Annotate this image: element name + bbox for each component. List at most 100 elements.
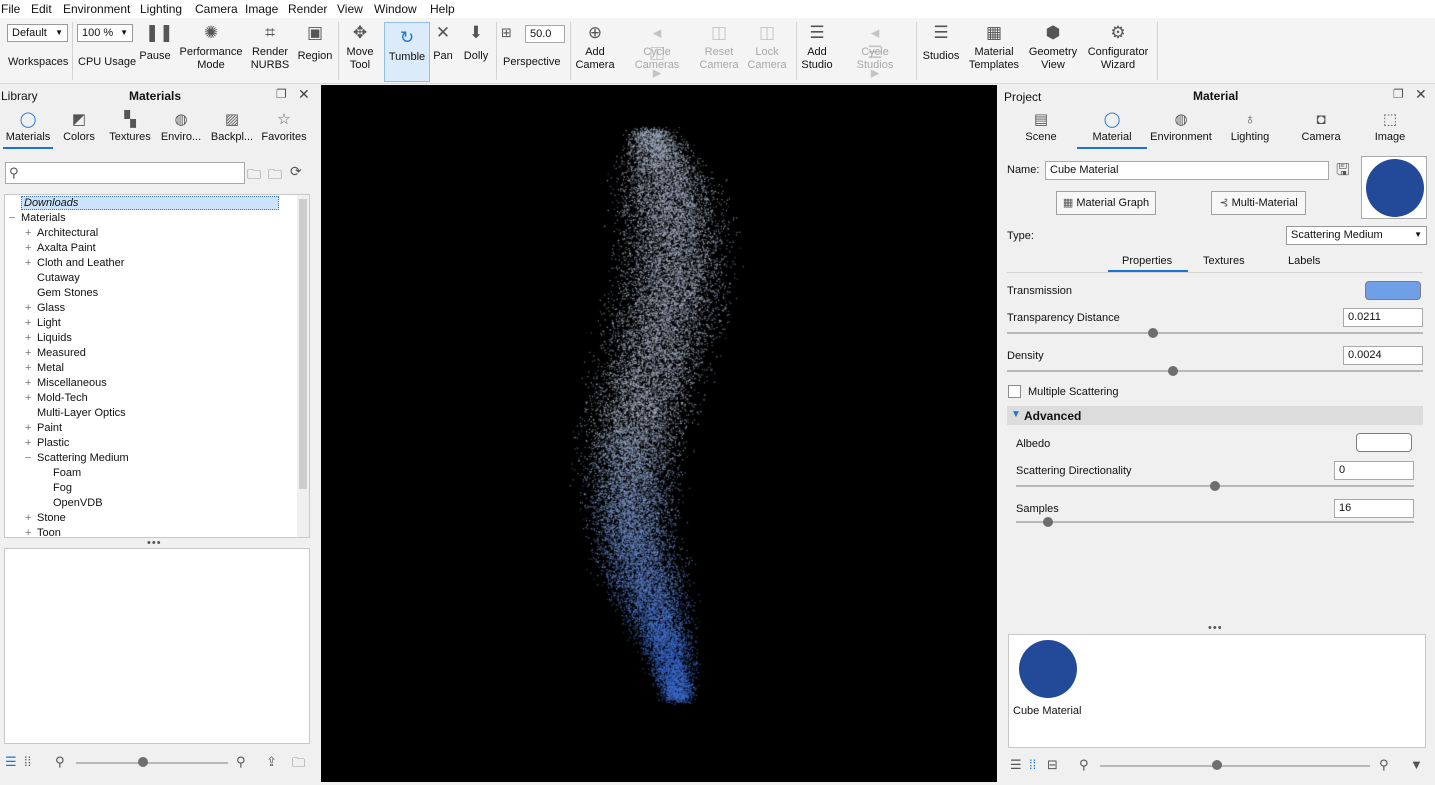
tree-item[interactable]: + Paint xyxy=(25,421,62,436)
menu-environment[interactable]: Environment xyxy=(63,2,130,16)
density-slider[interactable] xyxy=(1007,370,1423,372)
reset-camera-button[interactable]: ◫ Reset Camera xyxy=(697,18,741,84)
density-input[interactable]: 0.0024 xyxy=(1343,346,1423,365)
zoom-out-icon[interactable]: ⚲ xyxy=(1079,757,1089,773)
grid-view-icon[interactable]: ⁞⁞ xyxy=(24,754,31,769)
tree-item[interactable]: + Architectural xyxy=(25,226,98,241)
menu-render[interactable]: Render xyxy=(288,2,327,16)
list-view-icon[interactable]: ☰ xyxy=(1010,757,1022,773)
performance-mode-button[interactable]: ✺ Performance Mode xyxy=(177,18,245,84)
menu-lighting[interactable]: Lighting xyxy=(140,2,182,16)
tree-item[interactable]: + Mold-Tech xyxy=(25,391,88,406)
albedo-color-swatch[interactable] xyxy=(1356,433,1412,452)
undock-icon[interactable]: ❐ xyxy=(1393,87,1404,101)
fov-input[interactable]: 50.0 xyxy=(525,25,565,43)
menu-camera[interactable]: Camera xyxy=(195,2,238,16)
tree-item[interactable]: + Stone xyxy=(25,511,66,526)
tree-item[interactable]: OpenVDB xyxy=(41,496,103,511)
scattering-directionality-knob[interactable] xyxy=(1210,481,1220,491)
tree-item[interactable]: + Light xyxy=(25,316,61,331)
multiple-scattering-checkbox[interactable] xyxy=(1008,385,1021,398)
cycle-cameras-button[interactable]: ◂ ◫ ▸ Cycle Cameras xyxy=(626,18,688,84)
tab-backplates[interactable]: ▨ Backpl... xyxy=(208,111,256,149)
move-tool-button[interactable]: ✥ Move Tool xyxy=(341,18,379,84)
tab-material[interactable]: ◯ Material xyxy=(1077,111,1147,149)
tab-lighting[interactable]: ♁ Lighting xyxy=(1222,111,1278,149)
transparency-distance-input[interactable]: 0.0211 xyxy=(1343,308,1423,327)
tab-materials[interactable]: ◯ Materials xyxy=(3,111,53,149)
zoom-in-icon[interactable]: ⚲ xyxy=(236,754,246,770)
library-thumb-slider[interactable] xyxy=(76,762,228,764)
transmission-color-swatch[interactable] xyxy=(1365,281,1421,300)
pan-button[interactable]: ✕ Pan xyxy=(431,18,455,84)
workspace-select[interactable]: Default ▼ xyxy=(7,24,68,42)
filter-icon[interactable]: ▼ xyxy=(1410,757,1423,772)
menu-help[interactable]: Help xyxy=(430,2,455,16)
tree-item[interactable]: + Plastic xyxy=(25,436,69,451)
expand-icon[interactable]: + xyxy=(25,436,37,451)
tree-item[interactable]: Gem Stones xyxy=(25,286,98,301)
menu-edit[interactable]: Edit xyxy=(31,2,52,16)
transparency-distance-slider[interactable] xyxy=(1007,332,1423,334)
multi-material-button[interactable]: ⊰ Multi-Material xyxy=(1211,191,1306,215)
studios-button[interactable]: ☰ Studios xyxy=(920,18,962,84)
expand-icon[interactable]: + xyxy=(25,241,37,256)
samples-knob[interactable] xyxy=(1042,517,1053,527)
splitter-handle[interactable]: ••• xyxy=(1208,622,1223,634)
project-thumb-slider-knob[interactable] xyxy=(1212,760,1222,770)
project-thumb-slider[interactable] xyxy=(1100,765,1370,767)
zoom-in-icon[interactable]: ⚲ xyxy=(1379,757,1389,773)
expand-icon[interactable]: + xyxy=(25,391,37,406)
expand-icon[interactable]: + xyxy=(25,376,37,391)
tree-item[interactable]: + Toon xyxy=(25,526,61,537)
menu-view[interactable]: View xyxy=(337,2,363,16)
region-button[interactable]: ▣ Region xyxy=(294,18,336,84)
library-search-input[interactable]: ⚲ xyxy=(5,162,245,184)
expand-icon[interactable]: + xyxy=(25,301,37,316)
dolly-button[interactable]: ⬇ Dolly xyxy=(459,18,493,84)
material-name-input[interactable]: Cube Material xyxy=(1045,161,1329,180)
transparency-distance-knob[interactable] xyxy=(1147,328,1158,338)
collapse-icon[interactable]: − xyxy=(25,451,37,466)
tree-item[interactable]: + Glass xyxy=(25,301,65,316)
tab-favorites[interactable]: ☆ Favorites xyxy=(258,111,310,149)
collapse-icon[interactable]: − xyxy=(9,211,21,226)
cycle-studios-button[interactable]: ◂ ☰ ▸ Cycle Studios xyxy=(846,18,904,84)
save-icon[interactable]: 🖫 xyxy=(1336,159,1350,186)
density-knob[interactable] xyxy=(1168,366,1179,376)
zoom-select[interactable]: 100 % ▼ xyxy=(77,24,133,42)
tree-item[interactable]: + Miscellaneous xyxy=(25,376,107,391)
menu-image[interactable]: Image xyxy=(245,2,278,16)
subtab-labels[interactable]: Labels xyxy=(1288,255,1320,267)
subtab-textures[interactable]: Textures xyxy=(1203,255,1245,267)
expand-icon[interactable]: + xyxy=(25,511,37,526)
expand-icon[interactable]: + xyxy=(25,316,37,331)
material-templates-button[interactable]: ▦ Material Templates xyxy=(967,18,1021,84)
expand-icon[interactable]: + xyxy=(25,526,37,537)
material-preview-swatch[interactable] xyxy=(1361,156,1427,219)
tree-item[interactable]: + Measured xyxy=(25,346,86,361)
upload-icon[interactable]: ⇪ xyxy=(266,754,277,770)
expand-icon[interactable]: + xyxy=(25,331,37,346)
add-camera-button[interactable]: ⊕ Add Camera xyxy=(574,18,616,84)
samples-slider[interactable] xyxy=(1016,521,1414,523)
tab-camera[interactable]: ◘ Camera xyxy=(1293,111,1349,149)
close-icon[interactable]: ✕ xyxy=(1415,86,1427,103)
tumble-button[interactable]: ↻ Tumble xyxy=(384,22,430,82)
lock-camera-button[interactable]: ◫ Lock Camera xyxy=(745,18,789,84)
tree-item[interactable]: Fog xyxy=(41,481,72,496)
tree-item[interactable]: + Metal xyxy=(25,361,64,376)
list-view-icon[interactable]: ☰ xyxy=(5,754,17,770)
undock-icon[interactable]: ❐ xyxy=(276,87,287,101)
library-thumb-slider-knob[interactable] xyxy=(138,757,148,767)
grid-view-icon[interactable]: ⁞⁞ xyxy=(1029,757,1036,772)
expand-icon[interactable]: + xyxy=(25,256,37,271)
tree-item[interactable]: Downloads xyxy=(9,196,280,211)
tree-item[interactable]: Foam xyxy=(41,466,81,481)
scroll-thumb[interactable] xyxy=(299,199,307,489)
expand-icon[interactable]: + xyxy=(25,226,37,241)
material-graph-button[interactable]: ▦ Material Graph xyxy=(1056,191,1156,215)
pause-button[interactable]: ❚❚ Pause xyxy=(136,18,174,84)
tree-item[interactable]: − Materials xyxy=(9,211,66,226)
tab-image[interactable]: ⬚ Image xyxy=(1362,111,1418,149)
